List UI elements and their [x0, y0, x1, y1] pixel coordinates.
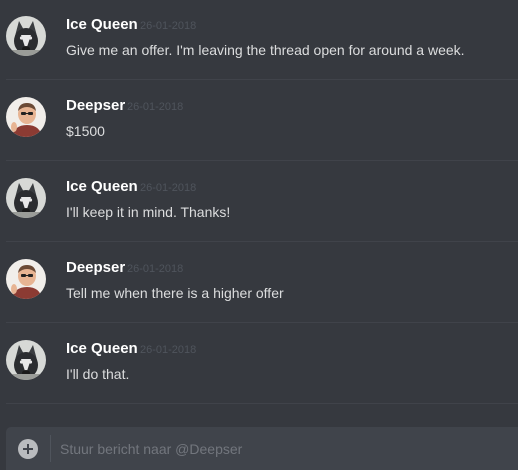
message-item: Ice Queen 26-01-2018 I'll keep it in min… — [0, 162, 518, 242]
message-text: Tell me when there is a higher offer — [66, 285, 284, 301]
message-author[interactable]: Ice Queen — [66, 178, 138, 196]
message-divider — [6, 79, 518, 80]
message-item: Deepser 26-01-2018 $1500 — [0, 81, 518, 161]
message-item: Ice Queen 26-01-2018 Give me an offer. I… — [0, 0, 518, 80]
message-text: I'll do that. — [66, 366, 130, 382]
husky-avatar[interactable] — [6, 16, 46, 56]
message-author[interactable]: Ice Queen — [66, 340, 138, 358]
message-timestamp: 26-01-2018 — [140, 344, 197, 356]
message-list[interactable]: Ice Queen 26-01-2018 Give me an offer. I… — [0, 0, 518, 415]
message-timestamp: 26-01-2018 — [127, 263, 184, 275]
message-timestamp: 26-01-2018 — [140, 20, 197, 32]
message-timestamp: 26-01-2018 — [127, 101, 184, 113]
message-text: I'll keep it in mind. Thanks! — [66, 204, 231, 220]
add-attachment-button[interactable] — [18, 439, 38, 459]
person-avatar[interactable] — [6, 97, 46, 137]
message-item: Ice Queen 26-01-2018 I'll do that. — [0, 324, 518, 404]
composer-divider — [50, 435, 51, 462]
husky-avatar[interactable] — [6, 178, 46, 218]
message-divider — [6, 403, 518, 404]
message-item: Deepser 26-01-2018 Tell me when there is… — [0, 243, 518, 323]
person-avatar[interactable] — [6, 259, 46, 299]
message-author[interactable]: Deepser — [66, 259, 125, 277]
dm-chat-window: Ice Queen 26-01-2018 Give me an offer. I… — [0, 0, 518, 470]
message-author[interactable]: Deepser — [66, 97, 125, 115]
message-divider — [6, 160, 518, 161]
message-timestamp: 26-01-2018 — [140, 182, 197, 194]
message-input[interactable] — [60, 427, 500, 470]
message-text: $1500 — [66, 123, 105, 139]
message-divider — [6, 241, 518, 242]
husky-avatar[interactable] — [6, 340, 46, 380]
message-text: Give me an offer. I'm leaving the thread… — [66, 42, 465, 58]
message-divider — [6, 322, 518, 323]
message-author[interactable]: Ice Queen — [66, 16, 138, 34]
message-composer — [6, 427, 518, 470]
